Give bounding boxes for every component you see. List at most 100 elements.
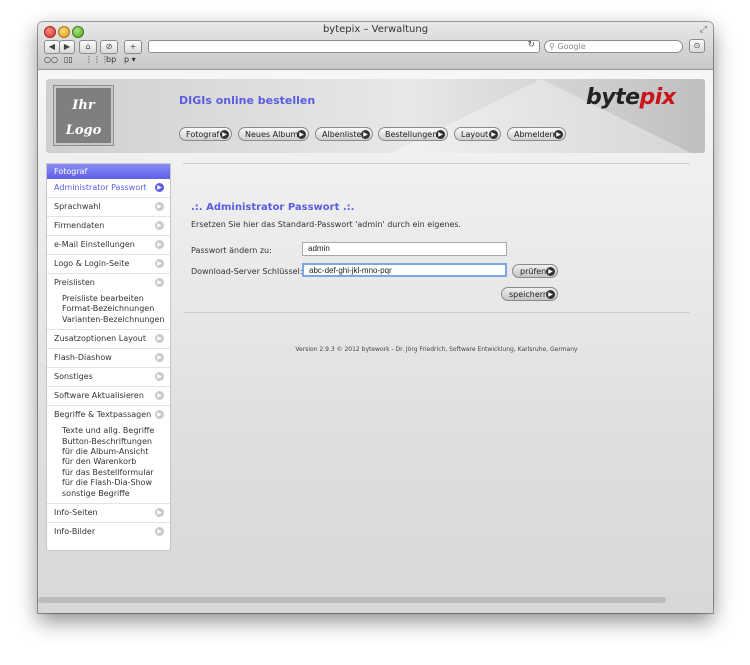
password-input[interactable] xyxy=(302,242,507,256)
chevron-right-icon: ▶ xyxy=(155,278,164,287)
sidebar-item-info-bilder[interactable]: Info-Bilder ▶ xyxy=(47,523,170,541)
site-header: Ihr Logo DIGIs online bestellen bytepix … xyxy=(46,79,705,153)
save-button[interactable]: speichern ▶ xyxy=(501,287,558,301)
bookmarks-book-icon[interactable]: ▯▯ xyxy=(64,55,73,64)
divider xyxy=(183,163,690,164)
sidebar-item-firmendaten[interactable]: Firmendaten ▶ xyxy=(47,217,170,236)
brand-part-1: byte xyxy=(586,85,640,110)
submenu-link[interactable]: Format-Bezeichnungen xyxy=(62,304,170,314)
search-placeholder: Google xyxy=(557,42,586,51)
back-button[interactable]: ◀ xyxy=(44,40,60,54)
sidebar-item-label: Sprachwahl xyxy=(54,202,101,211)
logo-placeholder: Ihr Logo xyxy=(54,86,113,145)
sidebar-item-email-einstellungen[interactable]: e-Mail Einstellungen ▶ xyxy=(47,236,170,255)
nav-label: Abmelden xyxy=(514,130,555,139)
sidebar-item-label: Info-Seiten xyxy=(54,508,98,518)
arrow-right-icon: ▶ xyxy=(554,130,563,139)
shop-title[interactable]: DIGIs online bestellen xyxy=(179,94,315,107)
sidebar-item-label: Begriffe & Textpassagen xyxy=(54,410,152,420)
search-field[interactable]: ⚲ Google xyxy=(544,40,683,53)
nav-albenliste[interactable]: Albenliste ▶ xyxy=(315,127,373,141)
new-tab-button[interactable]: + xyxy=(124,40,142,54)
reading-list-icon[interactable]: ○○ xyxy=(44,55,58,64)
chevron-right-icon: ▶ xyxy=(155,410,164,420)
sidebar-item-logo-login[interactable]: Logo & Login-Seite ▶ xyxy=(47,255,170,274)
preislisten-submenu: Preisliste bearbeiten Format-Bezeichnung… xyxy=(47,292,170,331)
horizontal-scrollbar[interactable] xyxy=(38,597,666,603)
browser-window: bytepix – Verwaltung ⤢ ◀ ▶ ⌂ ⊘ + ↻ ⚲ Goo… xyxy=(38,22,713,613)
key-label: Download-Server Schlüssel: xyxy=(191,267,303,276)
address-bar[interactable]: ↻ xyxy=(148,40,540,53)
sidebar-item-administrator-passwort[interactable]: Administrator Passwort ▶ xyxy=(47,179,170,198)
submenu-link[interactable]: sonstige Begriffe xyxy=(62,489,170,499)
home-button[interactable]: ⌂ xyxy=(79,40,97,54)
downloads-icon[interactable]: ⊙ xyxy=(689,39,705,53)
chevron-right-icon: ▶ xyxy=(155,221,164,230)
sidebar-item-label: e-Mail Einstellungen xyxy=(54,240,135,249)
arrow-right-icon: ▶ xyxy=(546,290,555,299)
bookmark-bp[interactable]: bp xyxy=(106,55,116,64)
sidebar-item-zusatzoptionen-layout[interactable]: Zusatzoptionen Layout ▶ xyxy=(47,330,170,350)
arrow-right-icon: ▶ xyxy=(546,267,555,276)
page-content: Ihr Logo DIGIs online bestellen bytepix … xyxy=(38,70,713,613)
sidebar-item-sprachwahl[interactable]: Sprachwahl ▶ xyxy=(47,198,170,217)
sidebar-item-label: Firmendaten xyxy=(54,221,105,230)
submenu-link[interactable]: Texte und allg. Begriffe xyxy=(62,426,170,436)
sidebar-item-sonstiges[interactable]: Sonstiges ▶ xyxy=(47,368,170,388)
submenu-link[interactable]: für die Flash-Dia-Show xyxy=(62,478,170,488)
page-title: .:. Administrator Passwort .:. xyxy=(191,202,355,213)
forward-button[interactable]: ▶ xyxy=(59,40,75,54)
nav-bestellungen[interactable]: Bestellungen ▶ xyxy=(378,127,448,141)
divider xyxy=(183,312,690,313)
sidebar-item-software-aktualisieren[interactable]: Software Aktualisieren ▶ xyxy=(47,387,170,407)
home-icon: ⌂ xyxy=(85,42,91,51)
fullscreen-icon[interactable]: ⤢ xyxy=(700,25,707,35)
sidebar-item-label: Preislisten xyxy=(54,278,95,287)
share-icon: ⊘ xyxy=(105,42,113,51)
submenu-link[interactable]: Varianten-Bezeichnungen xyxy=(62,315,170,325)
check-button[interactable]: prüfen ▶ xyxy=(512,264,558,278)
chevron-right-icon: ▶ xyxy=(155,259,164,268)
sidebar-item-begriffe-textpassagen[interactable]: Begriffe & Textpassagen ▶ xyxy=(47,406,170,424)
nav-label: Layout xyxy=(461,130,489,139)
chevron-right-icon: ▶ xyxy=(155,202,164,211)
password-label: Passwort ändern zu: xyxy=(191,246,272,255)
sidebar-item-label: Sonstiges xyxy=(54,372,93,382)
page-description: Ersetzen Sie hier das Standard-Passwort … xyxy=(191,220,462,229)
arrow-right-icon: ▶ xyxy=(220,130,229,139)
nav-abmelden[interactable]: Abmelden ▶ xyxy=(507,127,566,141)
button-label: prüfen xyxy=(520,267,547,276)
submenu-link[interactable]: Button-Beschriftungen xyxy=(62,437,170,447)
nav-fotograf[interactable]: Fotograf ▶ xyxy=(179,127,232,141)
reload-icon[interactable]: ↻ xyxy=(527,40,535,50)
sidebar-item-flash-diashow[interactable]: Flash-Diashow ▶ xyxy=(47,349,170,369)
nav-layout[interactable]: Layout ▶ xyxy=(454,127,501,141)
sidebar-item-label: Info-Bilder xyxy=(54,527,96,537)
brand-part-2: pix xyxy=(639,85,676,110)
sidebar-item-label: Administrator Passwort xyxy=(54,183,147,192)
sidebar-item-info-seiten[interactable]: Info-Seiten ▶ xyxy=(47,504,170,524)
sidebar-item-preislisten[interactable]: Preislisten ▶ xyxy=(47,274,170,292)
arrow-right-icon: ▶ xyxy=(361,130,370,139)
sidebar: Fotograf Administrator Passwort ▶ Sprachw… xyxy=(46,163,171,551)
forward-icon: ▶ xyxy=(63,42,71,51)
sidebar-heading: Fotograf xyxy=(47,164,170,179)
submenu-link[interactable]: Preisliste bearbeiten xyxy=(62,294,170,304)
arrow-right-icon: ▶ xyxy=(489,130,498,139)
submenu-link[interactable]: für den Warenkorb xyxy=(62,457,170,467)
title-bar: bytepix – Verwaltung ⤢ ◀ ▶ ⌂ ⊘ + ↻ ⚲ Goo… xyxy=(38,22,713,70)
bookmark-p-menu[interactable]: p ▾ xyxy=(124,55,136,64)
button-label: speichern xyxy=(509,290,548,299)
share-button[interactable]: ⊘ xyxy=(100,40,118,54)
sidebar-item-label: Software Aktualisieren xyxy=(54,391,144,401)
download-key-input[interactable] xyxy=(302,263,507,277)
submenu-link[interactable]: für das Bestellformular xyxy=(62,468,170,478)
brand-logo: bytepix xyxy=(586,85,676,110)
nav-neues-album[interactable]: Neues Album ▶ xyxy=(238,127,309,141)
sidebar-item-label: Logo & Login-Seite xyxy=(54,259,130,268)
begriffe-submenu: Texte und allg. Begriffe Button-Beschrif… xyxy=(47,424,170,505)
window-title: bytepix – Verwaltung xyxy=(322,24,429,35)
sidebar-item-label: Zusatzoptionen Layout xyxy=(54,334,146,344)
chevron-right-icon: ▶ xyxy=(155,334,164,344)
submenu-link[interactable]: für die Album-Ansicht xyxy=(62,447,170,457)
